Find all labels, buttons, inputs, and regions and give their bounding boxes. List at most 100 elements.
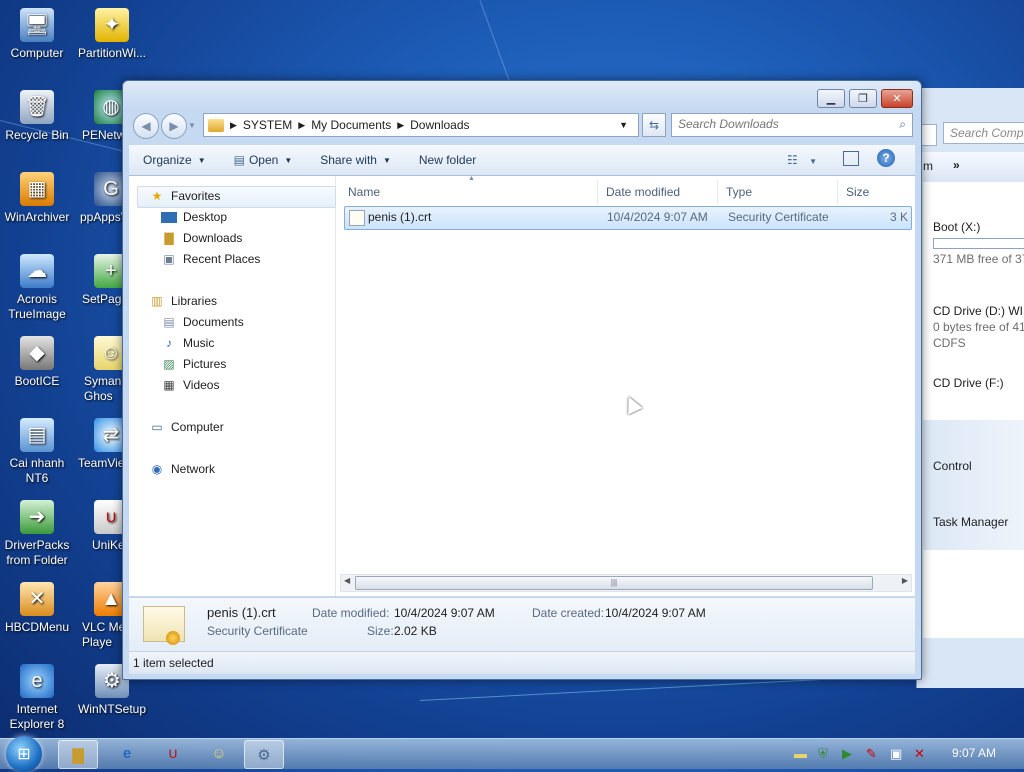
file-name: penis (1).crt: [368, 210, 432, 224]
start-button[interactable]: ⊞: [6, 736, 42, 772]
nav-documents[interactable]: ▤ Documents: [161, 315, 243, 329]
nav-pictures[interactable]: ▨ Pictures: [161, 357, 226, 371]
desktop-icon-ppapps[interactable]: G ppAppsV: [76, 172, 126, 225]
desktop-icon-internet-explorer[interactable]: e Internet Explorer 8: [1, 664, 73, 732]
minimize-button[interactable]: ▁: [817, 89, 845, 108]
background-computer-window[interactable]: Search Compu m » Boot (X:) 371 MB free o…: [916, 88, 1024, 688]
bg-chevron-button[interactable]: »: [953, 158, 960, 172]
organize-label: Organize: [143, 153, 192, 167]
bg-link-task-manager[interactable]: Task Manager: [933, 515, 1008, 529]
certificate-file-icon: [349, 210, 365, 226]
bg-drive-boot[interactable]: Boot (X:): [933, 220, 980, 234]
tray-network-icon[interactable]: ▣: [890, 746, 902, 762]
views-button[interactable]: ☷ ▼: [787, 153, 817, 167]
tray-play-icon[interactable]: ▶: [842, 746, 852, 762]
taskbar-ghost-button[interactable]: ☺: [200, 740, 238, 767]
open-button[interactable]: ▤ Open ▼: [234, 153, 293, 167]
tray-volume-muted-icon[interactable]: ✕: [914, 746, 925, 762]
desktop-icon-setpage[interactable]: + SetPage: [76, 254, 128, 307]
address-bar[interactable]: ▶ SYSTEM ▶ My Documents ▶ Downloads ▼: [203, 113, 639, 137]
taskbar-internet-explorer-button[interactable]: e: [108, 740, 146, 767]
desktop-icon-label: Computer: [10, 46, 64, 60]
nav-videos[interactable]: ▦ Videos: [161, 378, 219, 392]
desktop-icon-vlc[interactable]: ▲ VLC Me Playe: [76, 582, 128, 650]
search-icon[interactable]: ⌕: [899, 117, 906, 132]
preview-pane-button[interactable]: [843, 151, 859, 166]
nav-libraries[interactable]: ▥ Libraries: [149, 294, 217, 308]
bg-search-input[interactable]: Search Compu: [943, 122, 1024, 144]
taskbar-unikey-button[interactable]: U: [154, 740, 192, 767]
desktop-icon: [161, 211, 177, 223]
refresh-button[interactable]: ⇆: [642, 113, 666, 137]
recent-pages-dropdown[interactable]: ▼: [188, 121, 196, 130]
search-input[interactable]: [672, 114, 894, 134]
share-with-button[interactable]: Share with ▼: [320, 153, 391, 167]
desktop-icon-partitionwizard[interactable]: ✦ PartitionWi...: [76, 8, 148, 61]
scroll-left-icon[interactable]: ◀: [344, 576, 350, 585]
bg-drive-cd-d-detail: 0 bytes free of 416: [933, 320, 1024, 334]
tray-usb-icon[interactable]: ▬: [794, 746, 807, 761]
desktop-icon-acronis[interactable]: ☁ Acronis TrueImage: [1, 254, 73, 322]
taskbar-computer-button[interactable]: ⚙: [244, 740, 284, 769]
desktop-icon-bootice[interactable]: ◆ BootICE: [1, 336, 73, 389]
title-bar[interactable]: ▁ ❐ ✕: [123, 81, 921, 109]
bg-toolbar: m »: [917, 152, 1024, 180]
address-dropdown-icon[interactable]: ▼: [619, 120, 628, 130]
desktop-icon-label: Cai nhanh NT6: [9, 456, 65, 485]
taskbar-clock[interactable]: 9:07 AM: [952, 746, 996, 760]
tray-tool-icon[interactable]: ✎: [866, 746, 877, 762]
scrollbar-thumb[interactable]: |||: [355, 576, 873, 590]
forward-button[interactable]: ▶: [161, 113, 187, 139]
desktop-icon-computer[interactable]: 🖥 Computer: [1, 8, 73, 61]
desktop-icon-cai-nhanh[interactable]: ▤ Cai nhanh NT6: [1, 418, 73, 486]
breadcrumb-my-documents[interactable]: My Documents: [311, 118, 391, 132]
nav-label: Downloads: [183, 231, 243, 245]
nav-computer[interactable]: ▭ Computer: [149, 420, 223, 434]
chevron-down-icon: ▼: [809, 157, 818, 166]
desktop-icon-label: WinNTSetup: [77, 702, 147, 716]
breadcrumb-system[interactable]: SYSTEM: [243, 118, 292, 132]
file-row[interactable]: penis (1).crt 10/4/2024 9:07 AM Security…: [344, 206, 912, 230]
details-date-created: 10/4/2024 9:07 AM: [605, 606, 706, 620]
desktop-icon-label: Recycle Bin: [5, 128, 69, 142]
back-button[interactable]: ◀: [133, 113, 159, 139]
desktop-icon-winarchiver[interactable]: ▦ WinArchiver: [1, 172, 73, 225]
maximize-button[interactable]: ❐: [849, 89, 877, 108]
organize-button[interactable]: Organize ▼: [143, 153, 206, 167]
horizontal-scrollbar[interactable]: ◀ ||| ▶: [340, 574, 912, 592]
search-box[interactable]: ⌕: [671, 113, 913, 137]
bootice-icon: ◆: [20, 336, 54, 370]
desktop-icon-label: BootICE: [14, 374, 60, 388]
desktop-icon-teamviewer[interactable]: ⇄ TeamVie: [76, 418, 124, 471]
bg-start-panel: [917, 420, 1024, 550]
column-header-type[interactable]: Type: [718, 180, 838, 204]
bg-link-control[interactable]: Control: [933, 459, 972, 473]
nav-downloads[interactable]: ▇ Downloads: [161, 231, 242, 245]
nav-music[interactable]: ♪ Music: [161, 336, 214, 350]
nav-recent-places[interactable]: ▣ Recent Places: [161, 252, 260, 266]
desktop-icon-recycle-bin[interactable]: 🗑 Recycle Bin: [1, 90, 73, 143]
scroll-right-icon[interactable]: ▶: [902, 576, 908, 585]
share-with-label: Share with: [320, 153, 377, 167]
tools-icon: ✕: [20, 582, 54, 616]
nav-favorites[interactable]: ★ Favorites: [149, 189, 221, 203]
tray-shield-icon[interactable]: ⛨: [818, 746, 828, 762]
bg-drive-cd-d[interactable]: CD Drive (D:) WIN: [933, 304, 1024, 318]
taskbar-explorer-button[interactable]: ▇: [58, 740, 98, 769]
help-button[interactable]: ?: [877, 149, 895, 167]
desktop-icon-penetwork[interactable]: ◍ PENetw: [76, 90, 128, 143]
column-header-name[interactable]: Name: [340, 180, 598, 204]
nav-desktop[interactable]: Desktop: [161, 210, 227, 224]
desktop-icon-hbcdmenu[interactable]: ✕ HBCDMenu: [1, 582, 73, 635]
documents-icon: ▤: [163, 315, 175, 329]
breadcrumb-downloads[interactable]: Downloads: [410, 118, 469, 132]
column-header-date-modified[interactable]: Date modified: [598, 180, 718, 204]
nav-label: Recent Places: [183, 252, 261, 266]
bg-drive-cd-f[interactable]: CD Drive (F:): [933, 376, 1004, 390]
desktop-icon-driverpacks[interactable]: ➜ DriverPacks from Folder: [1, 500, 73, 568]
close-button[interactable]: ✕: [881, 89, 913, 108]
details-date-created-label: Date created:: [532, 606, 605, 620]
column-header-size[interactable]: Size: [838, 180, 910, 204]
new-folder-button[interactable]: New folder: [419, 153, 476, 167]
nav-network[interactable]: ◉ Network: [149, 462, 215, 476]
